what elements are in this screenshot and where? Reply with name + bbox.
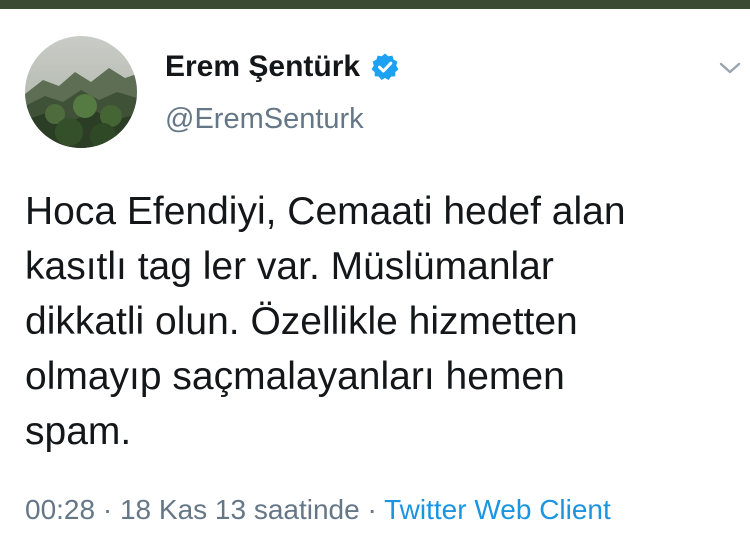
author-name[interactable]: Erem Şentürk: [165, 50, 400, 84]
tweet-date[interactable]: 18 Kas 13 saatinde: [120, 494, 360, 525]
tweet-meta: 00:28 · 18 Kas 13 saatinde · Twitter Web…: [25, 494, 611, 526]
meta-separator: ·: [367, 494, 377, 525]
author-handle[interactable]: @EremSenturk: [165, 103, 364, 136]
tweet-text: Hoca Efendiyi, Cemaati hedef alan kasıtl…: [25, 184, 745, 459]
tweet-line: Hoca Efendiyi, Cemaati hedef alan: [25, 190, 626, 233]
tweet-source-link[interactable]: Twitter Web Client: [384, 494, 611, 525]
tweet-line: kasıtlı tag ler var. Müslümanlar: [25, 245, 554, 288]
tweet-time[interactable]: 00:28: [25, 494, 95, 525]
chevron-down-icon[interactable]: [716, 58, 744, 78]
tweet-line: dikkatli olun. Özellikle hizmetten: [25, 300, 578, 343]
tweet-line: olmayıp saçmalayanları hemen: [25, 355, 565, 398]
verified-badge-icon: [370, 52, 400, 82]
avatar[interactable]: [25, 36, 137, 148]
meta-separator: ·: [102, 494, 113, 525]
author-name-text[interactable]: Erem Şentürk: [165, 50, 360, 84]
tweet-line: spam.: [25, 410, 132, 453]
tweet-screenshot: Erem Şentürk @EremSenturk Hoca Efendiyi,…: [0, 0, 750, 551]
top-bar: [0, 0, 750, 9]
